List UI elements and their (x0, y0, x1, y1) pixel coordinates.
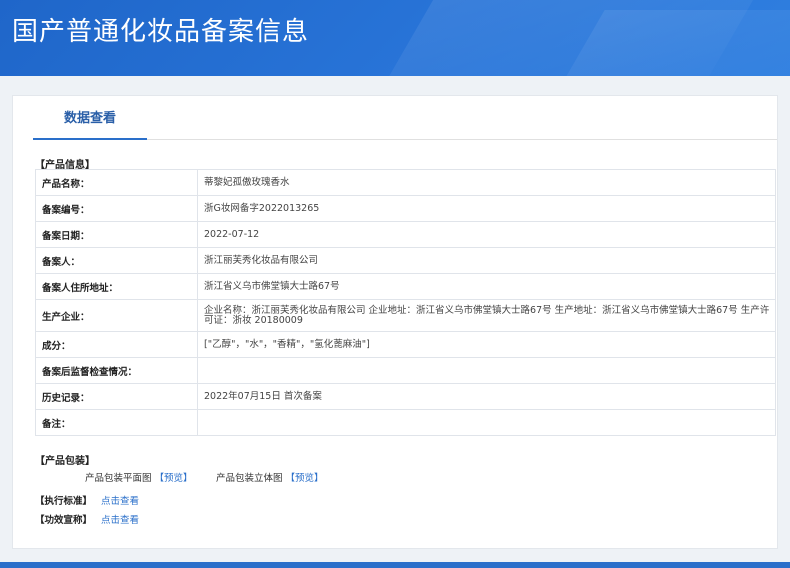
row-value: 2022年07月15日 首次备案 (197, 383, 776, 410)
packaging-3d: 产品包装立体图 【预览】 (216, 470, 324, 484)
standard-view-link[interactable]: 点击查看 (101, 496, 139, 507)
row-value: 蒂黎妃孤傲玫瑰香水 (197, 169, 776, 196)
row-label: 备注： (35, 409, 198, 436)
page-title: 国产普通化妆品备案信息 (12, 17, 310, 47)
row-label: 历史记录： (35, 383, 198, 410)
table-row: 备案编号： 浙G妆网备字2022013265 (35, 195, 776, 222)
table-row: 备注： (35, 409, 776, 436)
row-value: 浙G妆网备字2022013265 (197, 195, 776, 222)
packaging-flat-label: 产品包装平面图 (85, 473, 152, 484)
row-value: 2022-07-12 (197, 221, 776, 248)
table-row: 产品名称： 蒂黎妃孤傲玫瑰香水 (35, 169, 776, 196)
packaging-heading: 【产品包装】 (35, 456, 95, 467)
row-label: 备案人住所地址： (35, 273, 198, 300)
row-value: 浙江丽芙秀化妆品有限公司 (197, 247, 776, 274)
table-row: 历史记录： 2022年07月15日 首次备案 (35, 383, 776, 410)
efficacy-view-link[interactable]: 点击查看 (101, 515, 139, 526)
table-row: 备案人： 浙江丽芙秀化妆品有限公司 (35, 247, 776, 274)
header-banner: 国产普通化妆品备案信息 (0, 0, 790, 76)
row-label: 备案人： (35, 247, 198, 274)
preview-flat-link[interactable]: 【预览】 (155, 473, 193, 484)
row-value: 浙江省义乌市佛堂镇大士路67号 (197, 273, 776, 300)
preview-3d-link[interactable]: 【预览】 (286, 473, 324, 484)
table-row: 备案日期： 2022-07-12 (35, 221, 776, 248)
row-label: 生产企业： (35, 299, 198, 332)
tab-bar: 数据查看 (33, 96, 777, 140)
packaging-3d-label: 产品包装立体图 (216, 473, 283, 484)
table-row: 生产企业： 企业名称：浙江丽芙秀化妆品有限公司 企业地址：浙江省义乌市佛堂镇大士… (35, 299, 776, 332)
content-panel: 数据查看 【产品信息】 产品名称： 蒂黎妃孤傲玫瑰香水 备案编号： 浙G妆网备字… (12, 95, 778, 549)
row-label: 成分： (35, 331, 198, 358)
table-row: 备案人住所地址： 浙江省义乌市佛堂镇大士路67号 (35, 273, 776, 300)
row-value: 企业名称：浙江丽芙秀化妆品有限公司 企业地址：浙江省义乌市佛堂镇大士路67号 生… (197, 299, 776, 332)
row-label: 备案后监督检查情况： (35, 357, 198, 384)
standard-label: 【执行标准】 (35, 496, 93, 507)
efficacy-label: 【功效宣称】 (35, 515, 93, 526)
row-value (197, 357, 776, 384)
row-label: 备案日期： (35, 221, 198, 248)
row-value: ["乙醇"，"水"，"香精"，"氢化蓖麻油"] (197, 331, 776, 358)
tab-data-view[interactable]: 数据查看 (33, 96, 147, 140)
table-row: 成分： ["乙醇"，"水"，"香精"，"氢化蓖麻油"] (35, 331, 776, 358)
standard-row: 【执行标准】 点击查看 (35, 493, 139, 507)
row-value (197, 409, 776, 436)
footer-bar (0, 562, 790, 568)
efficacy-row: 【功效宣称】 点击查看 (35, 512, 139, 526)
packaging-flat: 产品包装平面图 【预览】 (85, 470, 193, 484)
table-row: 备案后监督检查情况： (35, 357, 776, 384)
row-label: 产品名称： (35, 169, 198, 196)
product-info-table: 产品名称： 蒂黎妃孤傲玫瑰香水 备案编号： 浙G妆网备字2022013265 备… (35, 169, 776, 436)
row-label: 备案编号： (35, 195, 198, 222)
